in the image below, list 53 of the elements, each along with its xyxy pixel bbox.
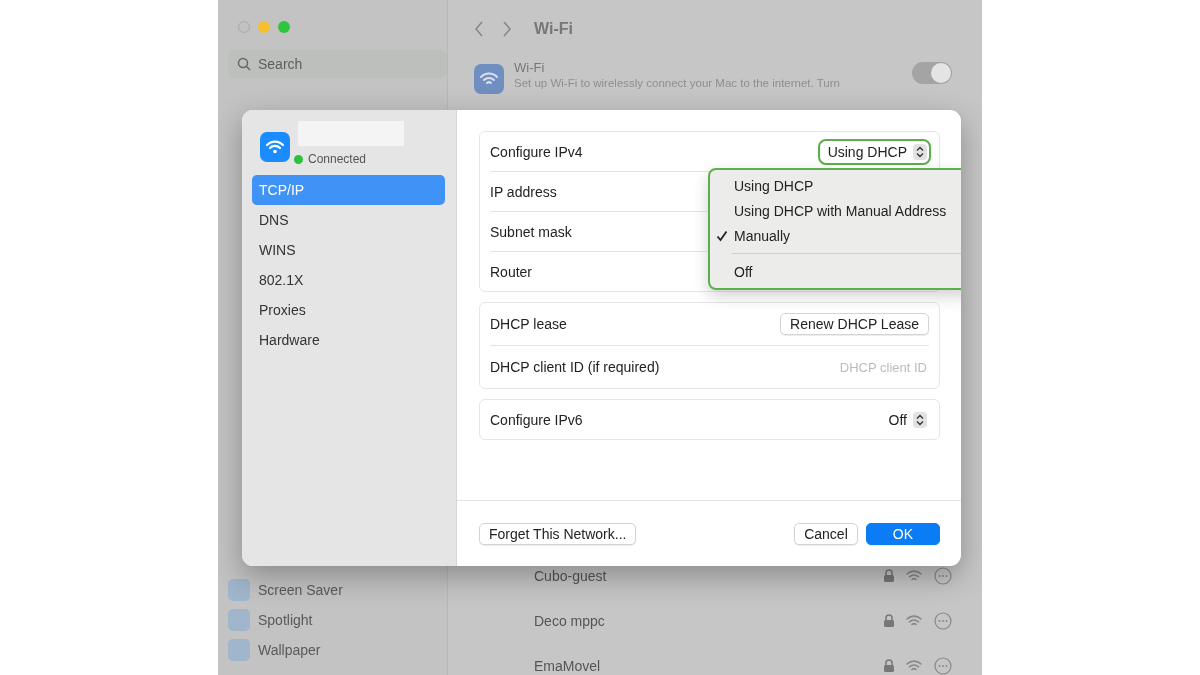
lock-icon <box>884 659 894 672</box>
up-down-chevron-icon <box>916 145 924 158</box>
field-label: Router <box>490 263 533 280</box>
sidebar-tab[interactable]: 802.1X <box>252 265 445 295</box>
network-name[interactable]: EmaMovel <box>534 657 872 674</box>
close-window-icon[interactable] <box>238 21 250 33</box>
field-label: DHCP lease <box>490 316 567 332</box>
wifi-signal-icon <box>906 659 922 672</box>
search-icon <box>237 57 251 71</box>
wifi-signal-icon <box>906 569 922 582</box>
menu-item[interactable]: Using DHCP with Manual Address <box>710 198 961 223</box>
more-options-icon[interactable] <box>934 611 952 630</box>
sidebar-tab[interactable]: Proxies <box>252 295 445 325</box>
network-name[interactable]: Deco mppc <box>534 612 872 629</box>
forward-icon[interactable] <box>502 21 512 37</box>
wifi-icon <box>260 132 290 162</box>
ipv6-popup-button[interactable]: Off <box>880 408 929 431</box>
network-name[interactable]: Cubo-guest <box>534 567 872 584</box>
field-label: Configure IPv6 <box>490 411 583 428</box>
wifi-icon <box>474 64 504 94</box>
ipv4-popup-button[interactable]: Using DHCP <box>819 140 929 163</box>
connection-status: Connected <box>308 152 367 166</box>
zoom-window-icon[interactable] <box>278 21 290 33</box>
renew-dhcp-lease-button[interactable]: Renew DHCP Lease <box>780 313 929 335</box>
search-field[interactable]: Search <box>228 50 447 78</box>
field-label: Subnet mask <box>490 223 572 240</box>
sidebar-item[interactable]: Screen Saver <box>228 575 437 605</box>
back-icon[interactable] <box>474 21 484 37</box>
sidebar-tab[interactable]: Hardware <box>252 325 445 355</box>
minimize-window-icon[interactable] <box>258 21 270 33</box>
field-label: DHCP client ID (if required) <box>490 359 660 375</box>
menu-item[interactable]: Off <box>710 259 961 284</box>
wifi-label: Wi-Fi <box>514 60 546 75</box>
sidebar-item[interactable]: Spotlight <box>228 605 437 635</box>
wifi-toggle[interactable] <box>912 62 952 84</box>
cancel-button[interactable]: Cancel <box>794 522 858 545</box>
lock-icon <box>884 569 894 582</box>
more-options-icon[interactable] <box>934 656 952 675</box>
menu-item[interactable]: Using DHCP <box>710 173 961 198</box>
sidebar-tab[interactable]: WINS <box>252 235 445 265</box>
forget-network-button[interactable]: Forget This Network... <box>479 522 637 545</box>
wifi-signal-icon <box>906 614 922 627</box>
up-down-chevron-icon <box>916 413 924 426</box>
more-options-icon[interactable] <box>934 566 952 585</box>
status-dot <box>294 154 303 164</box>
field-label: Configure IPv4 <box>490 143 583 160</box>
field-label: IP address <box>490 183 557 200</box>
ok-button[interactable]: OK <box>865 522 940 545</box>
window-title: Wi-Fi <box>534 20 573 38</box>
lock-icon <box>884 614 894 627</box>
sidebar-tab[interactable]: DNS <box>252 205 445 235</box>
menu-item[interactable]: Manually <box>710 223 961 248</box>
sidebar-item[interactable]: Wallpaper <box>228 635 437 665</box>
